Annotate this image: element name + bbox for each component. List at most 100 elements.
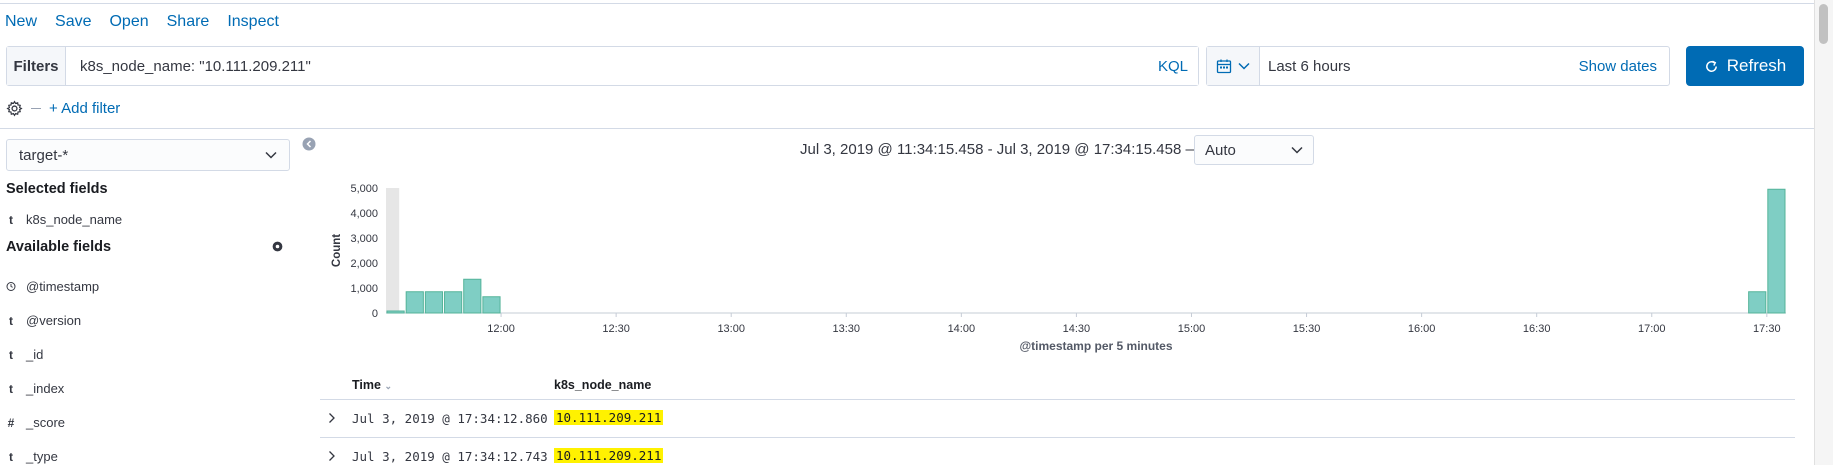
field-item-id[interactable]: t _id [6,347,43,362]
available-fields-heading: Available fields [6,239,112,255]
index-pattern-select[interactable]: target-* [6,139,290,171]
row-node-value: 10.111.209.211 [554,448,664,463]
y-tick-label: 2,000 [350,258,378,270]
histogram-bar [463,278,482,314]
x-tick-label: 16:00 [1408,323,1436,335]
top-menu: New Save Open Share Inspect [5,13,279,31]
field-item-type[interactable]: t _type [6,449,58,464]
filter-row: + Add filter [6,100,120,117]
histogram-bar [1767,188,1786,314]
gear-icon[interactable] [6,100,23,117]
chevron-down-icon [1291,146,1303,154]
refresh-button[interactable]: Refresh [1686,46,1804,86]
column-header-k8s-node-name[interactable]: k8s_node_name [554,378,651,392]
table-row: Jul 3, 2019 @ 17:34:12.743 10.111.209.21… [320,437,1795,474]
x-tick-label: 17:30 [1753,323,1781,335]
histogram-bar [444,291,463,314]
refresh-icon [1705,60,1717,72]
filters-label: Filters [7,47,66,85]
query-bar: Filters k8s_node_name: "10.111.209.211" … [6,46,1199,86]
number-type-icon: # [7,415,15,430]
out-of-range-shade [386,188,400,313]
collapse-sidebar-icon[interactable] [302,137,316,151]
x-tick-label: 14:00 [948,323,976,335]
field-item-k8s-node-name[interactable]: t k8s_node_name [6,212,122,227]
gear-icon[interactable] [271,240,284,253]
field-name: @version [26,313,82,328]
histogram-bar [386,310,405,314]
share-button[interactable]: Share [167,13,210,31]
row-time: Jul 3, 2019 @ 17:34:12.860 [352,411,548,426]
field-item-timestamp[interactable]: @timestamp [6,279,99,294]
show-dates-link[interactable]: Show dates [1579,58,1669,75]
top-border [0,0,1815,4]
filter-divider [31,108,41,109]
string-type-icon: t [9,381,13,396]
interval-select[interactable]: Auto [1194,135,1314,165]
histogram-bar [1748,291,1767,314]
inspect-button[interactable]: Inspect [227,13,279,31]
expand-row-icon[interactable] [328,412,336,424]
chevron-down-icon [1238,62,1250,70]
x-tick-label: 15:30 [1293,323,1321,335]
selected-fields-heading: Selected fields [6,181,108,197]
index-pattern-value: target-* [19,146,69,164]
x-tick-label: 12:00 [487,323,515,335]
row-time: Jul 3, 2019 @ 17:34:12.743 [352,449,548,464]
scrollbar-thumb[interactable] [1819,4,1828,44]
y-axis-label: Count [331,234,343,267]
save-button[interactable]: Save [55,13,91,31]
new-button[interactable]: New [5,13,37,31]
y-tick-label: 5,000 [350,183,378,195]
chevron-down-icon [265,151,277,159]
row-node-value: 10.111.209.211 [554,410,664,425]
field-item-index[interactable]: t _index [6,381,64,396]
histogram-bar [405,291,424,314]
string-type-icon: t [9,449,13,464]
query-input[interactable]: k8s_node_name: "10.111.209.211" [66,47,1148,85]
x-tick-label: 15:00 [1178,323,1206,335]
field-name: k8s_node_name [26,212,123,227]
string-type-icon: t [9,313,13,328]
y-tick-label: 3,000 [350,233,378,245]
table-row: Jul 3, 2019 @ 17:34:12.860 10.111.209.21… [320,399,1795,436]
string-type-icon: t [9,212,13,227]
kql-toggle[interactable]: KQL [1148,47,1198,85]
x-tick-label: 17:00 [1638,323,1666,335]
x-tick-label: 16:30 [1523,323,1551,335]
date-range-value[interactable]: Last 6 hours [1260,58,1579,75]
field-name: _id [26,347,44,362]
y-tick-label: 4,000 [350,208,378,220]
histogram-chart: 0 1,000 2,000 3,000 4,000 5,000 Count 12:00 12:3… [331,183,1786,353]
add-filter-button[interactable]: + Add filter [49,100,120,117]
time-range-text: Jul 3, 2019 @ 11:34:15.458 - Jul 3, 2019… [800,141,1201,158]
clock-icon [6,281,16,292]
field-item-score[interactable]: # _score [6,415,65,430]
field-name: _index [26,381,65,396]
page-scrollbar[interactable] [1814,0,1833,465]
y-tick-label: 1,000 [350,283,378,295]
field-sidebar: target-* Selected fields t k8s_node_name… [0,129,300,465]
field-item-version[interactable]: t @version [6,313,81,328]
x-tick-label: 12:30 [602,323,630,335]
column-header-time[interactable]: Time ⌄ [352,378,392,392]
interval-value: Auto [1205,141,1236,159]
sort-icon: ⌄ [384,381,392,391]
open-button[interactable]: Open [109,13,148,31]
x-tick-label: 13:00 [717,323,745,335]
date-picker: Last 6 hours Show dates [1206,46,1670,86]
quick-menu-button[interactable] [1207,47,1260,85]
y-tick-label: 0 [372,308,378,320]
histogram-bar [482,296,501,314]
expand-row-icon[interactable] [328,450,336,462]
calendar-icon [1216,59,1232,74]
string-type-icon: t [9,347,13,362]
x-axis-label: @timestamp per 5 minutes [1019,339,1172,353]
x-tick-label: 13:30 [833,323,861,335]
refresh-label: Refresh [1726,56,1787,75]
field-name: _score [26,415,66,430]
histogram-bar [424,291,444,314]
x-tick-label: 14:30 [1063,323,1091,335]
field-name: _type [26,449,58,464]
field-name: @timestamp [26,279,100,294]
